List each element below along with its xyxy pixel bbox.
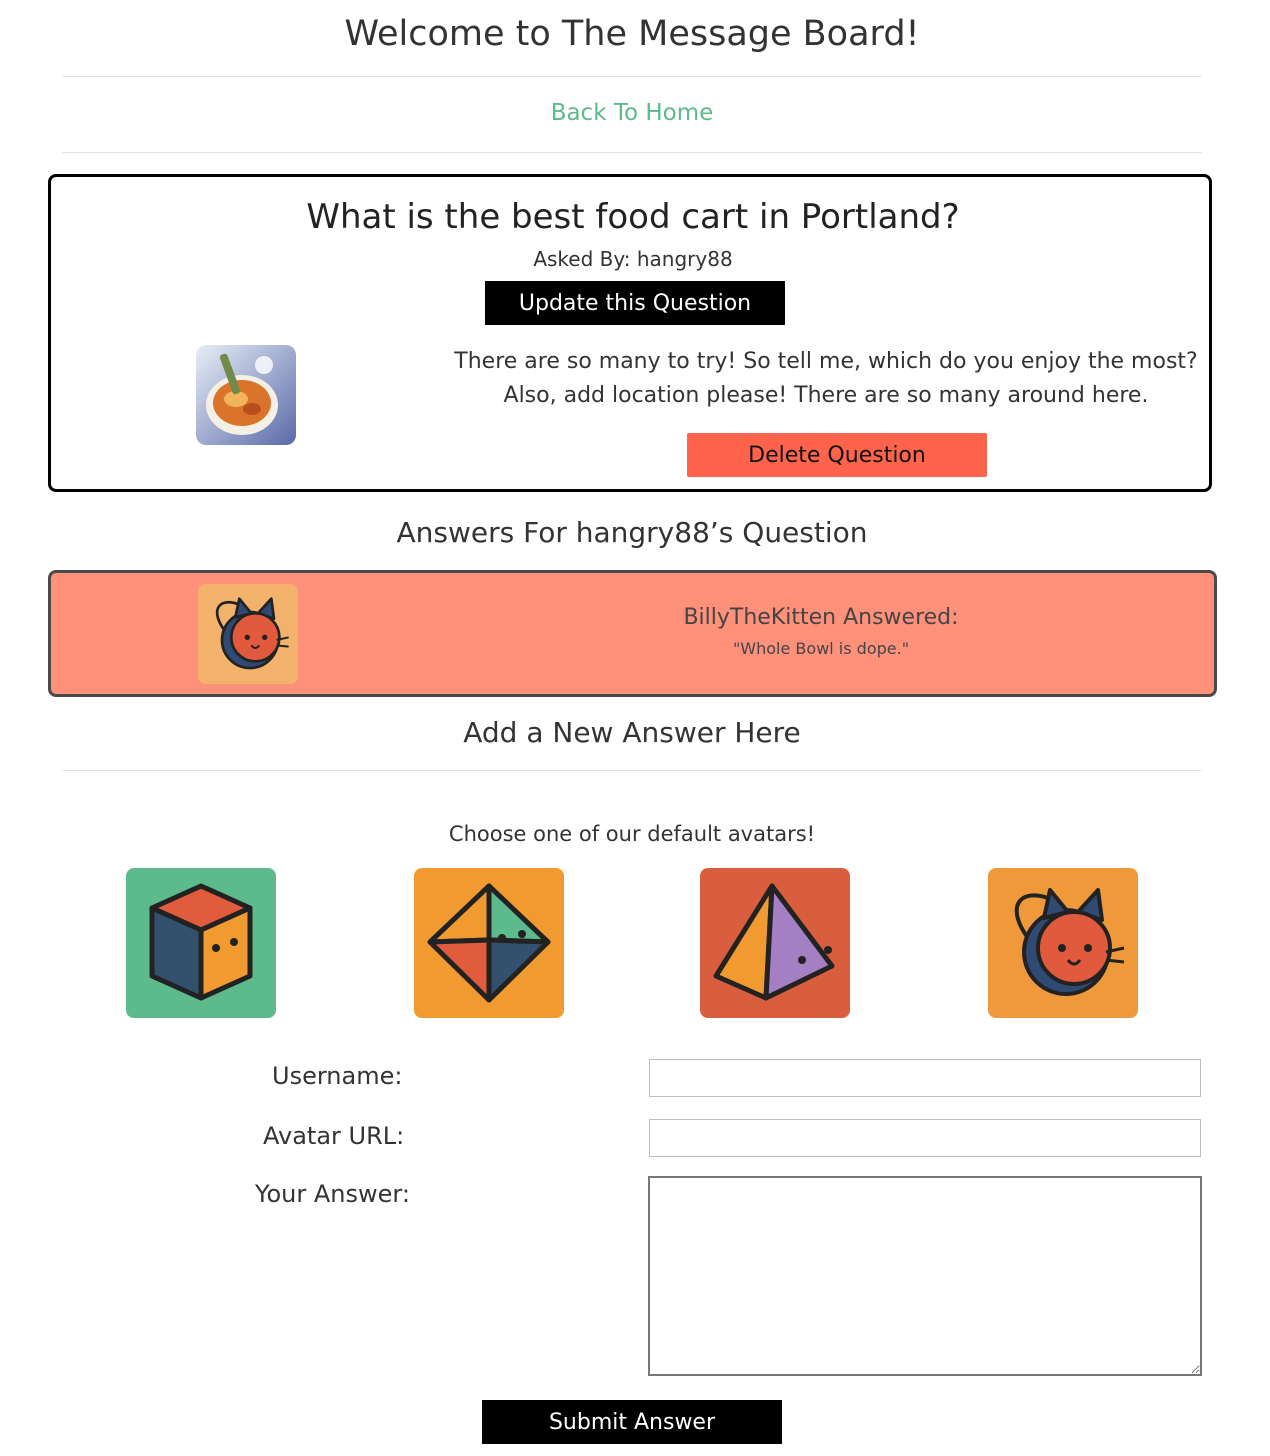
back-to-home-link[interactable]: Back To Home [0, 100, 1264, 126]
question-card: What is the best food cart in Portland? … [48, 174, 1212, 492]
octahedron-avatar-icon [427, 883, 551, 1003]
divider [62, 152, 1202, 153]
divider [62, 770, 1202, 771]
avatar-url-label: Avatar URL: [263, 1122, 405, 1150]
avatar-option-cube[interactable] [126, 868, 276, 1018]
delete-question-button[interactable]: Delete Question [687, 433, 987, 477]
answers-heading: Answers For hangry88’s Question [396, 516, 868, 549]
update-question-button[interactable]: Update this Question [485, 281, 785, 325]
answer-card: BillyTheKitten Answered: "Whole Bowl is … [48, 570, 1217, 697]
cat-avatar-icon [1014, 888, 1125, 996]
choose-avatar-text: Choose one of our default avatars! [448, 822, 816, 846]
cube-avatar-icon [149, 883, 253, 1001]
page-title: Welcome to The Message Board! [344, 14, 920, 54]
answer-text: "Whole Bowl is dope." [732, 639, 910, 658]
question-asker: Asked By: hangry88 [533, 247, 733, 271]
question-avatar-image [196, 345, 296, 445]
question-body: There are so many to try! So tell me, wh… [454, 349, 1198, 408]
avatar-option-pyramid[interactable] [700, 868, 850, 1018]
pyramid-avatar-icon [713, 883, 835, 1001]
username-input[interactable] [649, 1059, 1201, 1097]
avatar-option-octahedron[interactable] [414, 868, 564, 1018]
cat-avatar-icon [198, 584, 298, 684]
divider [62, 76, 1202, 77]
food-bowl-icon [196, 345, 296, 445]
answer-username: BillyTheKitten Answered: [683, 605, 959, 630]
username-label: Username: [272, 1062, 403, 1090]
avatar-url-input[interactable] [649, 1119, 1201, 1157]
answer-avatar [198, 584, 298, 684]
add-answer-heading: Add a New Answer Here [463, 716, 801, 749]
submit-answer-button[interactable]: Submit Answer [482, 1400, 782, 1444]
answer-label: Your Answer: [255, 1180, 410, 1208]
answer-textarea[interactable] [648, 1176, 1202, 1376]
question-title: What is the best food cart in Portland? [306, 197, 960, 237]
avatar-option-cat[interactable] [988, 868, 1138, 1018]
